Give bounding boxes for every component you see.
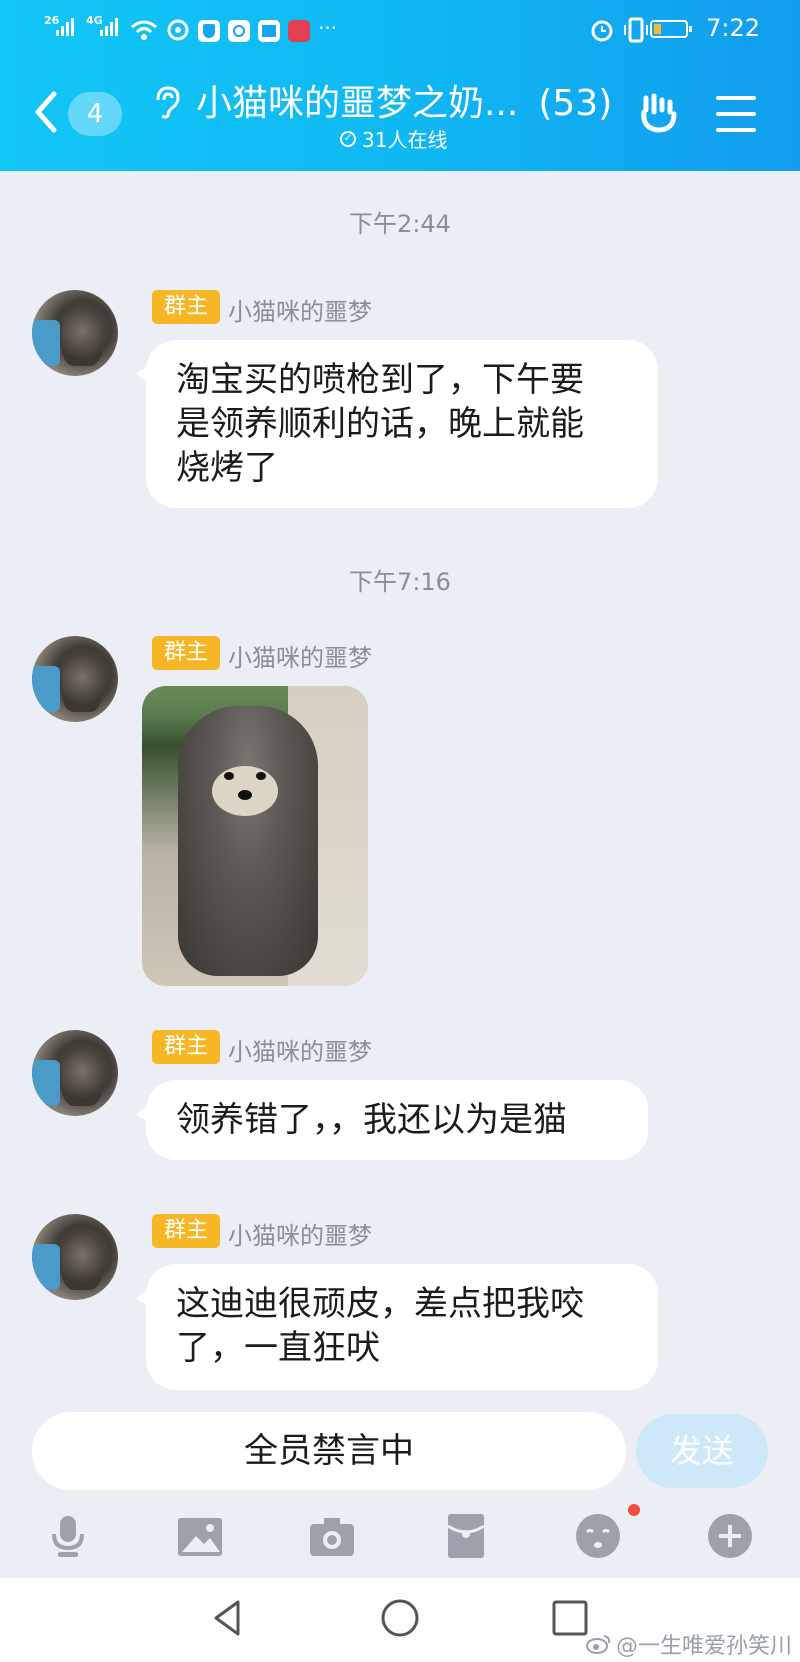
unread-count-badge[interactable]: 4 <box>68 92 122 136</box>
red-packet-icon[interactable] <box>442 1512 490 1560</box>
weibo-icon <box>167 19 189 41</box>
message-bubble[interactable]: 领养错了，，我还以为是猫 <box>136 1080 648 1160</box>
notification-dot <box>628 1504 640 1516</box>
emoji-icon[interactable] <box>574 1512 622 1560</box>
music-icon <box>228 20 250 42</box>
muted-input-field[interactable]: 全员禁言中 <box>32 1412 626 1490</box>
avatar[interactable] <box>32 1214 118 1300</box>
avatar[interactable] <box>32 1030 118 1116</box>
avatar[interactable] <box>32 290 118 376</box>
message-bubble[interactable]: 淘宝买的喷枪到了，下午要 是领养顺利的话，晚上就能 烧烤了 <box>136 340 658 508</box>
signal-icon <box>56 18 74 36</box>
nav-recents-icon[interactable] <box>550 1598 590 1638</box>
message-line: 领养错了，，我还以为是猫 <box>176 1100 567 1140</box>
shield-icon <box>198 20 220 42</box>
status-bar: 26 4G ··· 7:22 <box>0 0 800 60</box>
microphone-icon[interactable] <box>44 1512 92 1560</box>
message-line: 是领养顺利的话，晚上就能 <box>176 404 584 444</box>
owner-badge: 群主 <box>152 1030 220 1064</box>
message-line: 这迪迪很顽皮，差点把我咬 <box>176 1284 584 1324</box>
watermark-text: @一生唯爱孙笑川 <box>615 1634 792 1659</box>
sender-name: 小猫咪的噩梦 <box>228 1038 372 1066</box>
clock: 7:22 <box>706 14 760 42</box>
sender-name: 小猫咪的噩梦 <box>228 1222 372 1250</box>
image-icon[interactable] <box>176 1512 224 1560</box>
nav-home-icon[interactable] <box>380 1598 420 1638</box>
input-toolbar <box>0 1500 800 1580</box>
chat-title[interactable]: 小猫咪的噩梦之奶... (53) <box>196 74 612 126</box>
message-line: 了，一直狂吠 <box>176 1328 380 1368</box>
menu-icon[interactable] <box>716 96 756 132</box>
weibo-logo-icon <box>585 1635 611 1654</box>
owner-badge: 群主 <box>152 636 220 670</box>
online-status: ✓ 31人在线 <box>340 124 447 153</box>
message-bubble[interactable]: 这迪迪很顽皮，差点把我咬 了，一直狂吠 <box>136 1264 658 1390</box>
book-icon <box>258 20 280 42</box>
ear-icon <box>156 86 180 119</box>
message-line: 烧烤了 <box>176 448 278 488</box>
send-button[interactable]: 发送 <box>636 1414 768 1488</box>
online-count: 31人在线 <box>362 128 448 152</box>
owner-badge: 群主 <box>152 290 220 324</box>
weibo-watermark: @一生唯爱孙笑川 <box>585 1628 792 1660</box>
back-chevron-icon[interactable] <box>30 90 62 134</box>
owner-badge: 群主 <box>152 1214 220 1248</box>
battery-icon <box>650 20 692 38</box>
huawei-icon <box>288 20 310 42</box>
alarm-icon <box>591 20 613 42</box>
message-timestamp: 下午2:44 <box>349 210 451 238</box>
sender-name: 小猫咪的噩梦 <box>228 298 372 326</box>
vibrate-icon <box>624 17 648 43</box>
member-count: (53) <box>538 83 613 124</box>
signal-icon-2 <box>100 18 118 36</box>
online-check-icon: ✓ <box>340 130 356 147</box>
avatar[interactable] <box>32 636 118 722</box>
wifi-icon <box>131 20 157 40</box>
message-timestamp: 下午7:16 <box>349 568 451 596</box>
camera-icon[interactable] <box>308 1512 356 1560</box>
hand-gesture-icon[interactable] <box>636 90 682 136</box>
group-name: 小猫咪的噩梦之奶... <box>196 83 519 124</box>
more-notifications-icon: ··· <box>318 16 338 40</box>
chat-header: 26 4G ··· 7:22 4 小猫咪的噩梦之奶... (53) ✓ 31人在线 <box>0 0 800 171</box>
plus-icon[interactable] <box>706 1512 754 1560</box>
sender-name: 小猫咪的噩梦 <box>228 644 372 672</box>
message-line: 淘宝买的喷枪到了，下午要 <box>176 360 584 400</box>
nav-back-icon[interactable] <box>208 1598 248 1638</box>
poodle-dog-photo[interactable] <box>142 686 368 986</box>
